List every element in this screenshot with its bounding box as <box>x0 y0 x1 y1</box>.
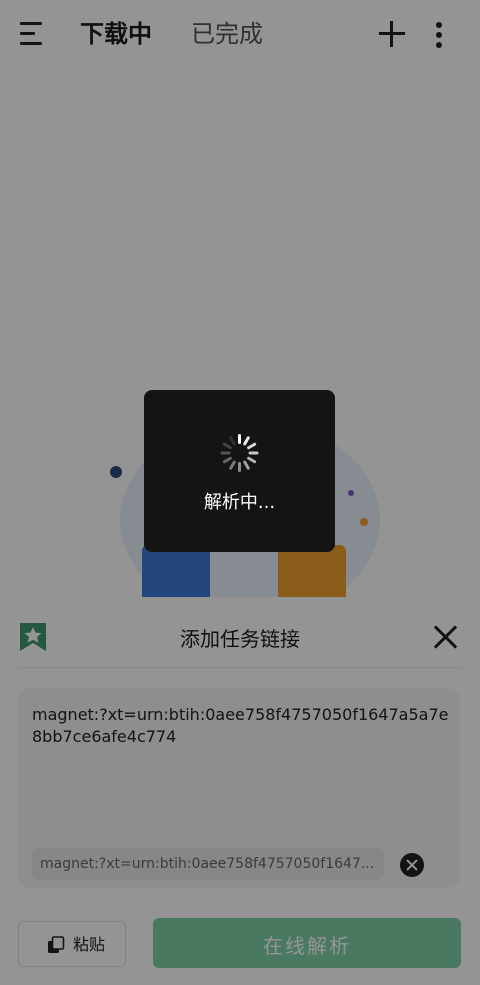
loading-toast: 解析中... <box>144 390 335 552</box>
sheet-dim-overlay <box>0 597 480 985</box>
loading-spinner-icon <box>220 434 259 472</box>
loading-label: 解析中... <box>203 492 276 513</box>
